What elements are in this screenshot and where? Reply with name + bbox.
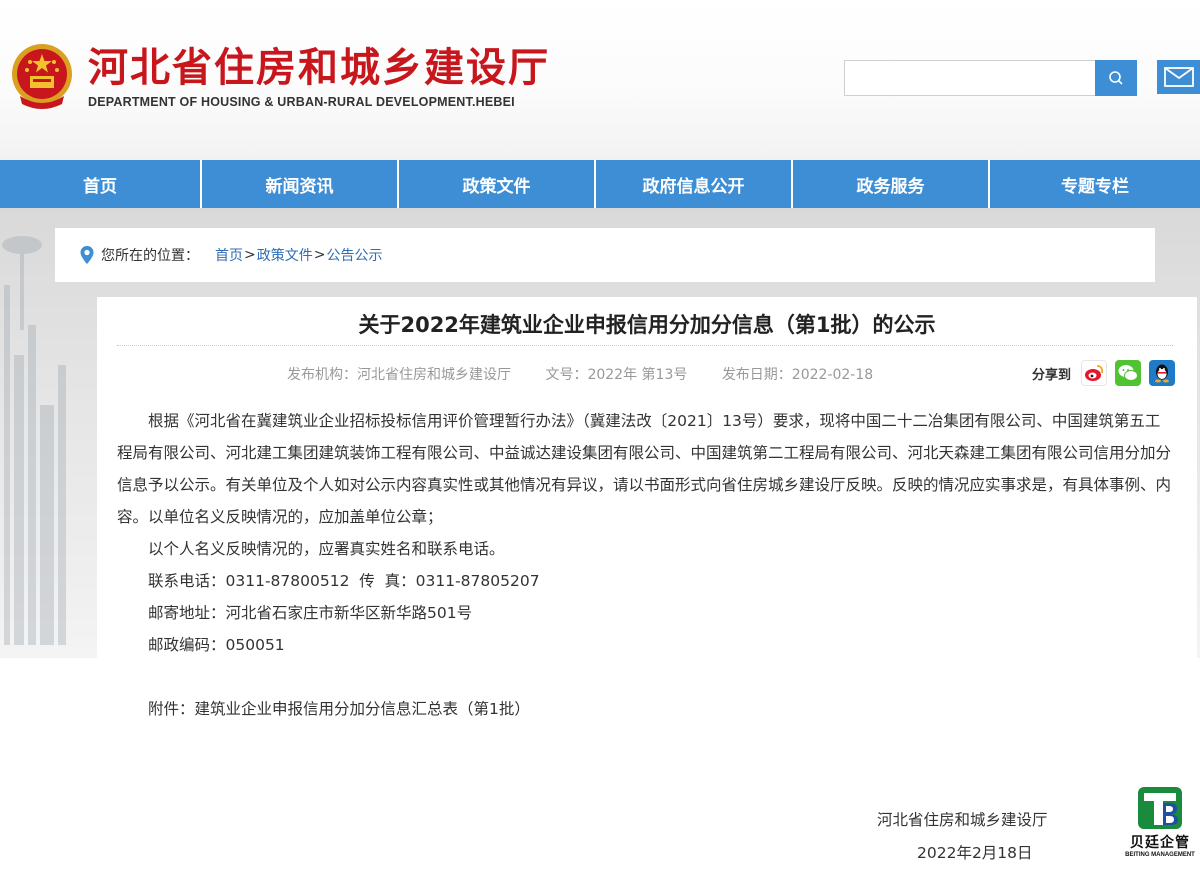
- attachment-line: 附件：建筑业企业申报信用分加分信息汇总表（第1批）: [117, 693, 1172, 725]
- nav-item-services[interactable]: 政务服务: [793, 160, 990, 208]
- watermark-logo: 贝廷企管 BEITING MANAGEMENT: [1120, 785, 1200, 870]
- breadcrumb-announcements[interactable]: 公告公示: [326, 245, 382, 265]
- address-line: 邮寄地址：河北省石家庄市新华区新华路501号: [148, 604, 473, 622]
- nav-item-gov-info[interactable]: 政府信息公开: [596, 160, 793, 208]
- sign-organization: 河北省住房和城乡建设厅: [877, 811, 1048, 829]
- article-body: 根据《河北省在冀建筑业企业招标投标信用评价管理暂行办法》（冀建法改〔2021〕1…: [117, 405, 1172, 725]
- attachment-link[interactable]: 建筑业企业申报信用分加分信息汇总表（第1批）: [195, 700, 530, 718]
- share-label: 分享到: [1032, 367, 1072, 383]
- attachment-prefix: 附件：: [148, 700, 195, 718]
- watermark-name: 贝廷企管: [1130, 835, 1190, 851]
- qq-icon[interactable]: [1149, 360, 1176, 386]
- contact-line: 联系电话：0311-87800512 传 真：0311-87805207: [148, 572, 540, 590]
- nav-item-news[interactable]: 新闻资讯: [202, 160, 399, 208]
- weibo-icon[interactable]: [1081, 360, 1108, 386]
- meta-doc-no: 文号：2022年 第13号: [545, 367, 688, 383]
- nav-item-home[interactable]: 首页: [0, 160, 202, 208]
- breadcrumb-separator: >: [244, 247, 256, 263]
- article-meta: 发布机构：河北省住房和城乡建设厅 文号：2022年 第13号 发布日期：2022…: [287, 364, 903, 384]
- breadcrumb-label: 您所在的位置：: [101, 248, 199, 264]
- nav-item-policy[interactable]: 政策文件: [399, 160, 596, 208]
- search-icon: [1109, 71, 1123, 85]
- body-line: 以个人名义反映情况的，应署真实姓名和联系电话。: [148, 540, 505, 558]
- watermark-en: BEITING MANAGEMENT: [1125, 852, 1195, 858]
- site-title: 河北省住房和城乡建设厅: [88, 45, 550, 91]
- article-title: 关于2022年建筑业企业申报信用分加分信息（第1批）的公示: [358, 313, 936, 337]
- title-divider: [117, 345, 1173, 346]
- breadcrumb-policy[interactable]: 政策文件: [257, 245, 313, 265]
- mail-button[interactable]: [1157, 60, 1200, 94]
- postcode-line: 邮政编码：050051: [148, 636, 285, 654]
- beiting-logo-icon: [1138, 787, 1182, 829]
- main-nav: 首页 新闻资讯 政策文件 政府信息公开 政务服务 专题专栏: [0, 160, 1200, 208]
- site-subtitle: DEPARTMENT OF HOUSING & URBAN-RURAL DEVE…: [88, 95, 515, 109]
- sign-date: 2022年2月18日: [917, 844, 1033, 862]
- breadcrumb: 您所在的位置： 首页 > 政策文件 > 公告公示: [55, 228, 1155, 282]
- wechat-icon[interactable]: [1115, 360, 1142, 386]
- body-paragraph: 根据《河北省在冀建筑业企业招标投标信用评价管理暂行办法》（冀建法改〔2021〕1…: [117, 412, 1172, 526]
- location-pin-icon: [80, 246, 94, 264]
- share-bar: 分享到: [1032, 360, 1176, 386]
- mail-icon: [1163, 67, 1194, 87]
- national-emblem-icon: [12, 44, 72, 109]
- meta-date: 发布日期：2022-02-18: [721, 367, 874, 383]
- search-input[interactable]: [844, 60, 1096, 96]
- breadcrumb-separator: >: [313, 247, 326, 263]
- meta-publisher: 发布机构：河北省住房和城乡建设厅: [287, 367, 511, 383]
- nav-item-topics[interactable]: 专题专栏: [990, 160, 1200, 208]
- search-button[interactable]: [1095, 60, 1137, 96]
- article: 关于2022年建筑业企业申报信用分加分信息（第1批）的公示 发布机构：河北省住房…: [97, 297, 1197, 870]
- breadcrumb-home[interactable]: 首页: [215, 245, 243, 265]
